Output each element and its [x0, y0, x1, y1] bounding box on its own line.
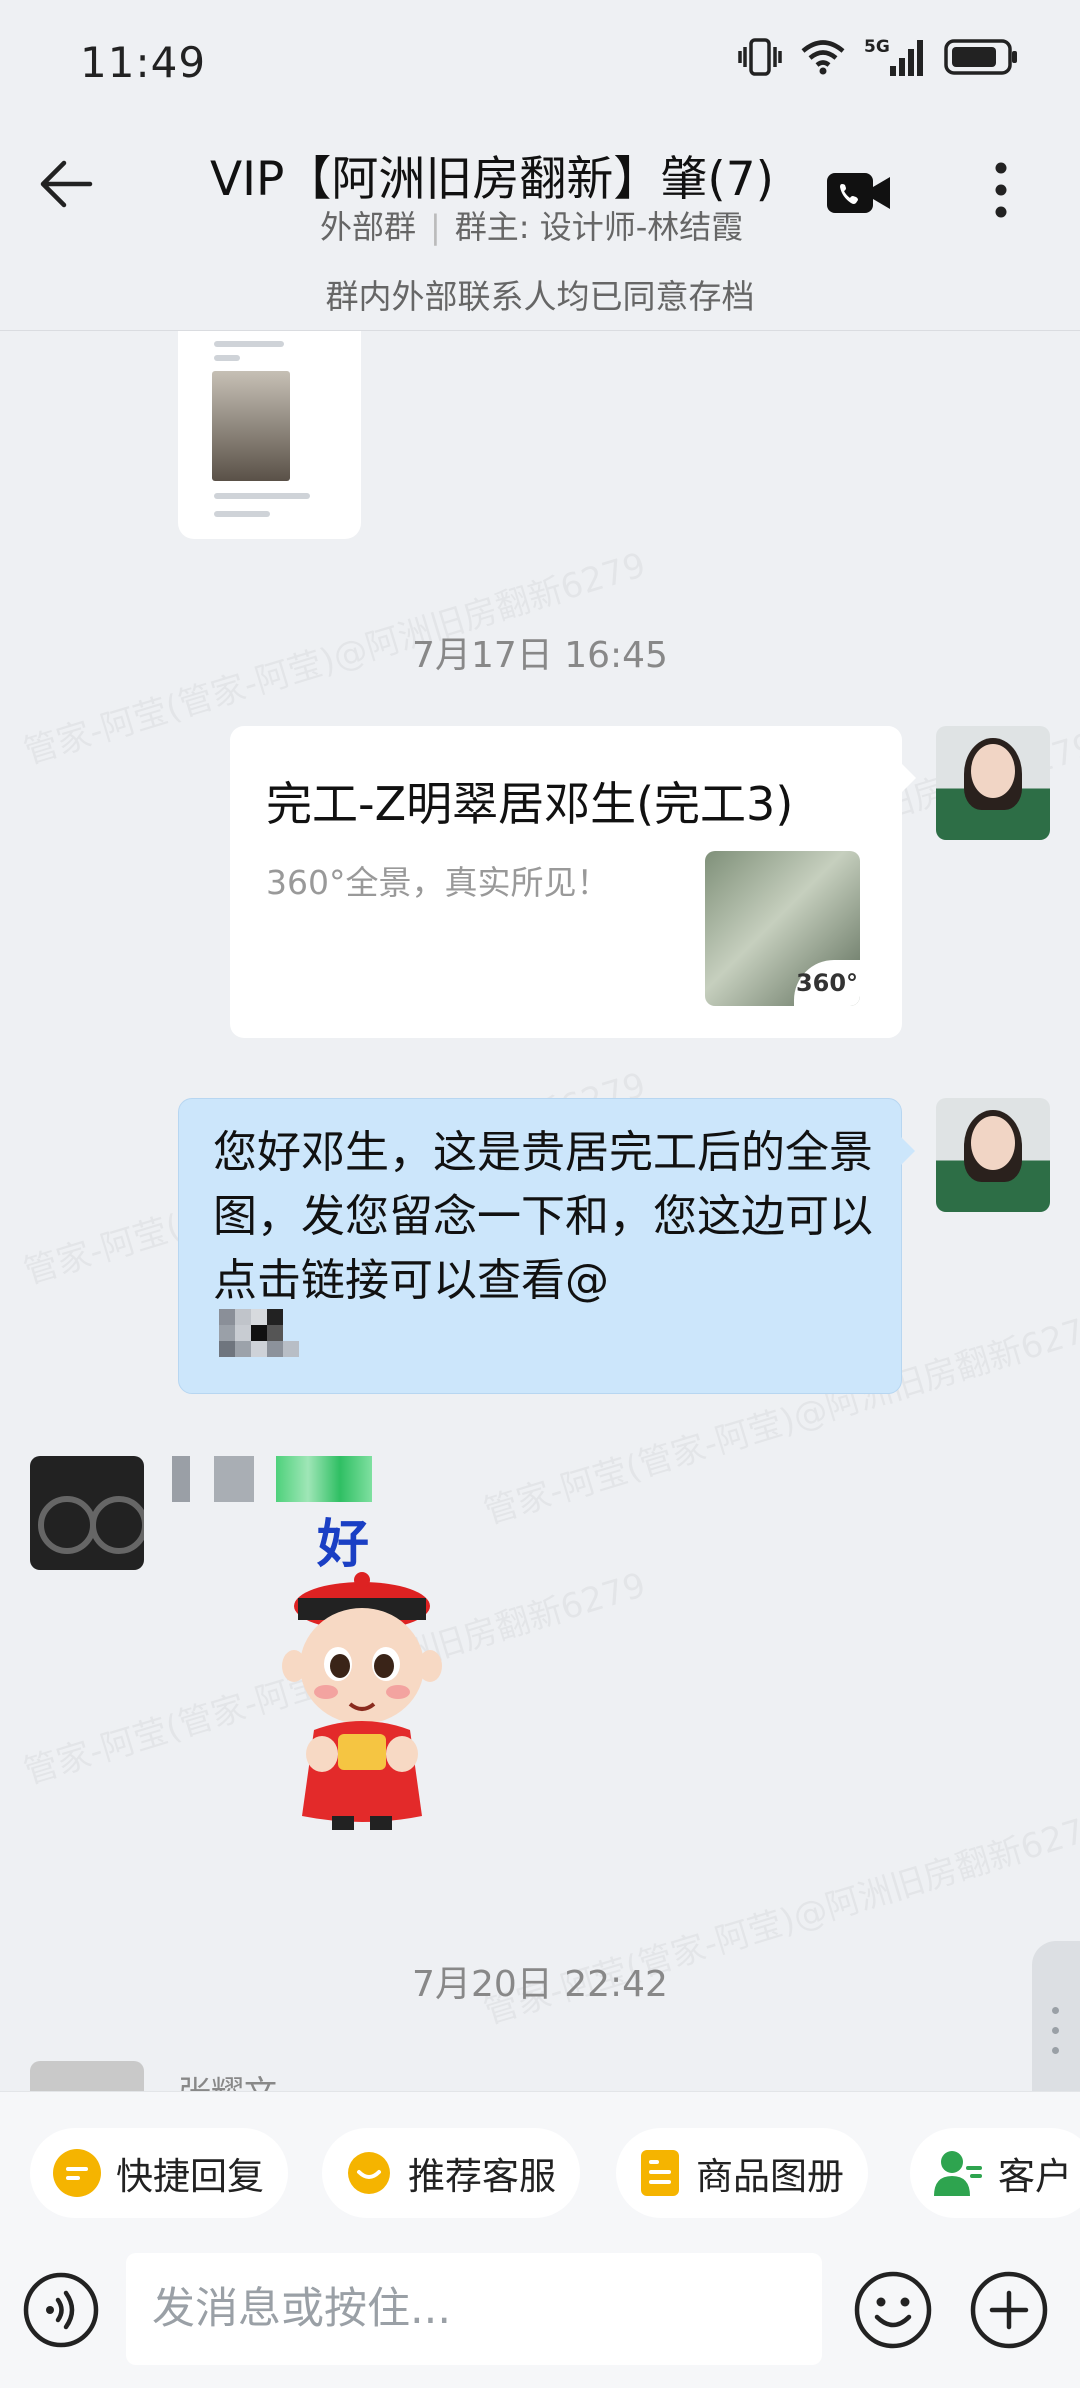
voice-icon — [23, 2272, 99, 2348]
sticker-boy-icon: 好 — [282, 1515, 442, 1830]
timestamp: 7月17日 16:45 — [412, 635, 668, 676]
side-panel-handle[interactable] — [1032, 1941, 1080, 2091]
group-owner: 群主: 设计师-林结霞 — [454, 208, 744, 246]
product-album-icon — [638, 2148, 682, 2198]
more-options-button[interactable] — [966, 150, 1036, 230]
input-bar — [0, 2239, 1080, 2388]
avatar[interactable] — [30, 2061, 144, 2091]
link-card-title: 完工-Z明翠居邓生(完工3) — [266, 777, 794, 831]
previous-video-card[interactable] — [178, 331, 361, 539]
message-bubble[interactable]: 您好邓生，这是贵居完工后的全景图，发您留念一下和，您这边可以点击链接可以查看@ — [178, 1098, 915, 1394]
chat-header: VIP【阿洲旧房翻新】肇(7) 外部群 | 群主: 设计师-林结霞 群内外部联系人均… — [0, 120, 1080, 331]
status-icons: 5G — [738, 36, 1020, 78]
battery-icon — [944, 39, 1017, 75]
quick-reply-label: 快捷回复 — [116, 2155, 264, 2198]
video-call-button[interactable] — [824, 158, 894, 228]
panorama-360-badge: 360° — [794, 960, 860, 1006]
panorama-thumbnail: 360° — [705, 851, 860, 1006]
video-camera-icon — [827, 173, 890, 213]
video-thumbnail — [212, 371, 290, 481]
wifi-icon — [801, 40, 845, 75]
avatar[interactable] — [30, 1456, 144, 1570]
group-subtitle: 外部群 | 群主: 设计师-林结霞 — [320, 208, 744, 246]
signal-5g-icon: 5G — [864, 37, 923, 76]
more-vertical-icon — [995, 162, 1007, 218]
recommend-service-label: 推荐客服 — [408, 2155, 556, 2198]
message-input[interactable] — [126, 2253, 822, 2365]
product-album-button[interactable]: 商品图册 — [616, 2128, 868, 2218]
group-type: 外部群 — [320, 208, 417, 246]
group-title: VIP【阿洲旧房翻新】肇(7) — [210, 152, 774, 207]
timestamp: 7月20日 22:42 — [412, 1964, 668, 2005]
plus-icon — [970, 2271, 1048, 2349]
avatar[interactable] — [936, 1098, 1050, 1212]
voice-button[interactable] — [22, 2271, 100, 2349]
link-card-description: 360°全景，真实所见！ — [266, 863, 610, 902]
more-actions-button[interactable] — [968, 2269, 1050, 2351]
customer-button[interactable]: 客户 — [910, 2128, 1080, 2218]
chat-area[interactable]: 管家-阿莹(管家-阿莹)@阿洲旧房翻新6279 管家-阿莹(管家-阿莹)@阿洲旧… — [0, 331, 1080, 2091]
redacted-mention — [219, 1309, 315, 1373]
customer-label: 客户 — [998, 2155, 1072, 2198]
quick-reply-icon — [52, 2148, 102, 2198]
emoji-button[interactable] — [852, 2269, 934, 2351]
svg-text:好: 好 — [316, 1516, 369, 1575]
back-button[interactable] — [30, 148, 102, 220]
svg-text:5G: 5G — [864, 37, 890, 57]
quick-reply-button[interactable]: 快捷回复 — [30, 2128, 288, 2218]
quick-actions-bar: 快捷回复 推荐客服 商品图册 客户 — [0, 2091, 1080, 2240]
archive-notice: 群内外部联系人均已同意存档 — [325, 277, 755, 316]
message-text: 您好邓生，这是贵居完工后的全景图，发您留念一下和，您这边可以点击链接可以查看@ — [213, 1127, 873, 1306]
back-arrow-icon — [40, 160, 93, 208]
product-album-label: 商品图册 — [696, 2155, 844, 2198]
avatar[interactable] — [936, 726, 1050, 840]
sender-name: 张耀文 — [178, 2066, 277, 2091]
status-time: 11:49 — [80, 38, 207, 87]
link-card[interactable]: 完工-Z明翠居邓生(完工3) 360°全景，真实所见！ 360° — [230, 726, 916, 1038]
recommend-service-icon — [344, 2148, 394, 2198]
sticker-image[interactable]: 好 — [262, 1515, 462, 1836]
emoji-icon — [854, 2271, 932, 2349]
vibrate-icon — [738, 38, 782, 76]
recommend-service-button[interactable]: 推荐客服 — [322, 2128, 580, 2218]
status-bar: 11:49 5G — [0, 0, 1080, 120]
sender-name-redacted — [172, 1456, 372, 1502]
customer-icon — [932, 2148, 984, 2198]
